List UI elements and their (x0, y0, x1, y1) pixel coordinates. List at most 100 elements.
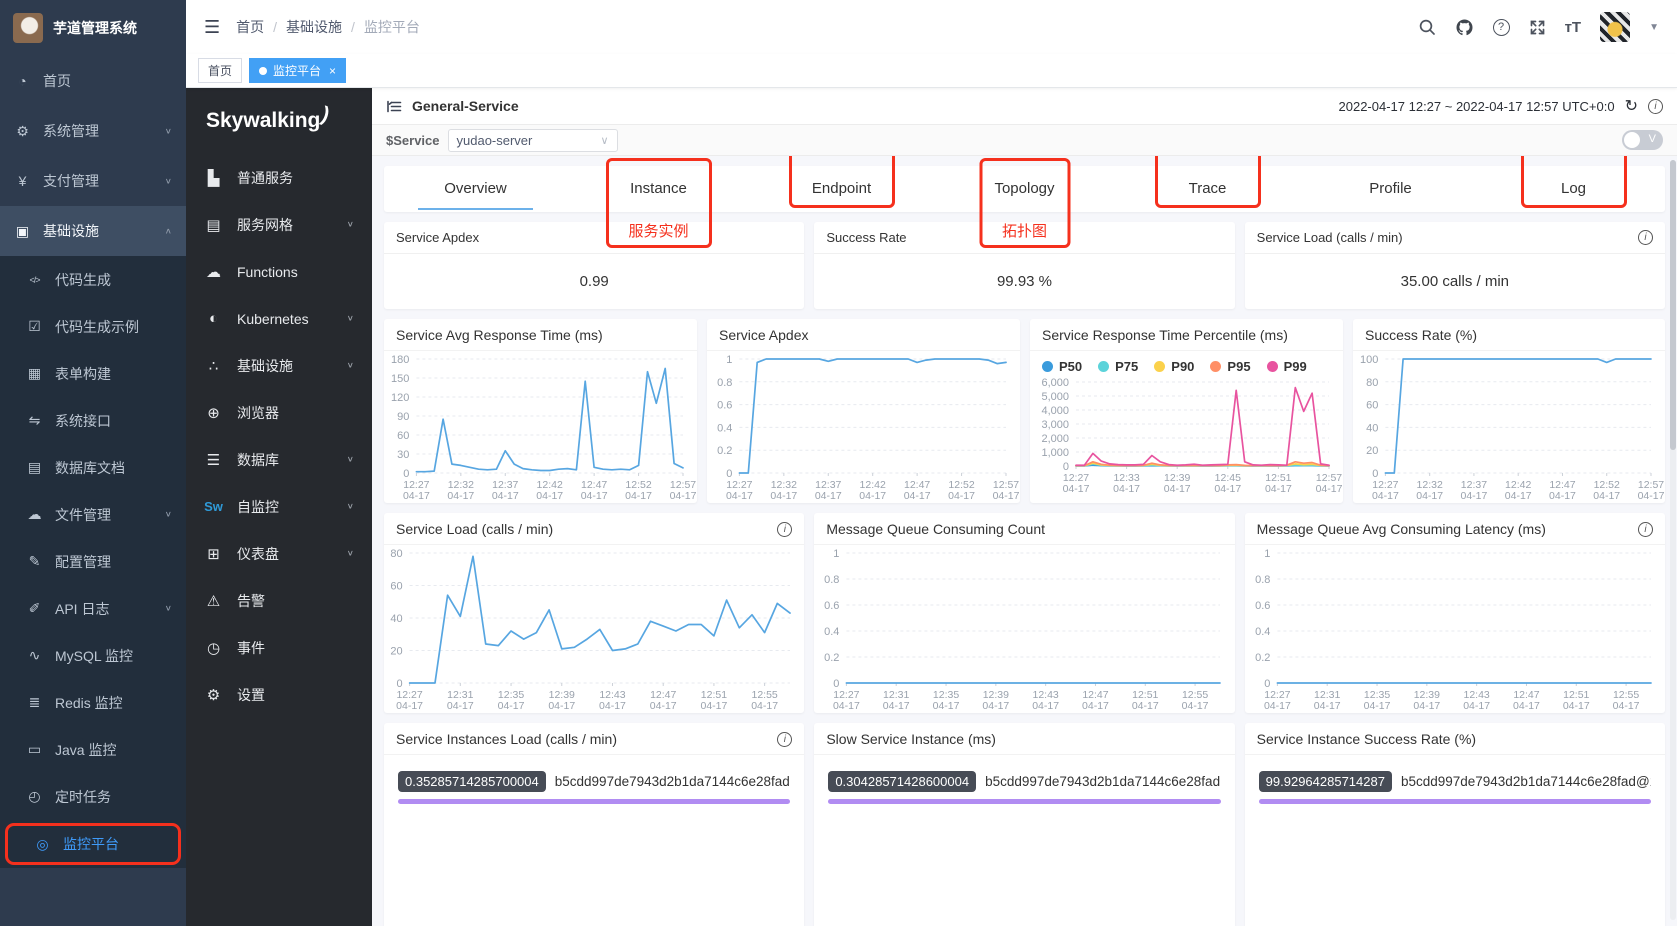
sw-item-event-clock[interactable]: ◷ 事件 (186, 624, 372, 671)
info-icon[interactable]: i (777, 521, 793, 537)
legend-dot (1098, 361, 1110, 372)
sidebar-item-infrastructure[interactable]: ▣ 基础设施 ∧ (0, 206, 186, 256)
line-chart[interactable]: 0 0.2 0.4 0.6 0.8 1 12:27 04-17 12:31 04-17 12:35 0… (814, 545, 1234, 713)
sw-item-settings-gear[interactable]: ⚙ 设置 (186, 671, 372, 718)
sidebar-item-schedule[interactable]: ◴ 定时任务 (0, 773, 186, 820)
legend-item[interactable]: P95 (1210, 359, 1251, 374)
avatar[interactable] (1600, 12, 1631, 42)
info-icon[interactable]: i (1638, 521, 1653, 537)
metric-title: Success Rate (826, 230, 907, 245)
shield-check-icon: ☑ (28, 318, 41, 334)
line-chart[interactable]: 0 30 60 90 120 150 180 12:27 04-17 12:32 04-17 12:3… (384, 351, 697, 503)
chevron-down-icon: ∨ (164, 510, 172, 519)
line-chart[interactable]: 0 0.2 0.4 0.6 0.8 1 12:27 04-17 12:32 04-17 12:37 0… (707, 351, 1020, 503)
line-chart[interactable]: 0 0.2 0.4 0.6 0.8 1 12:27 04-17 12:31 04-17 12:35 0… (1245, 545, 1665, 713)
legend-item[interactable]: P75 (1098, 359, 1138, 374)
version-toggle[interactable]: V (1622, 130, 1663, 150)
sidebar-item-table-doc[interactable]: ▤ 数据库文档 (0, 444, 186, 491)
instance-row[interactable]: 99.92964285714287 b5cdd997de7943d2b1da71… (1245, 755, 1665, 792)
help-icon[interactable]: ? (1492, 18, 1510, 36)
svg-text:04-17: 04-17 (492, 490, 519, 502)
tab-endpoint[interactable]: Endpoint 接口列表 (750, 156, 933, 212)
sw-item-infrastructure-dots[interactable]: ∴ 基础设施 ∨ (186, 342, 372, 389)
service-select[interactable]: yudao-server ∨ (447, 128, 618, 152)
view-tag[interactable]: 首页 (198, 58, 243, 83)
instance-row[interactable]: 0.30428571428600004 b5cdd997de7943d2b1da… (814, 755, 1234, 792)
info-icon[interactable]: i (777, 731, 793, 747)
sw-item-self-monitor[interactable]: Sw 自监控 ∨ (186, 483, 372, 530)
svg-text:1: 1 (834, 548, 840, 560)
tab-trace[interactable]: Trace 链路追踪 (1116, 156, 1299, 212)
refresh-icon[interactable]: ↻ (1625, 96, 1638, 116)
eye-icon: ◎ (36, 835, 49, 852)
svg-text:20: 20 (1366, 445, 1378, 457)
cloud-upload-icon: ☁ (27, 506, 42, 522)
chart-card: Service Load (calls / min) i 0 20 40 60 80 12:… (384, 513, 805, 713)
caret-down-icon[interactable]: ▼ (1649, 22, 1659, 33)
line-chart[interactable]: 0 20 40 60 80 100 12:27 04-17 12:32 04-17 12:37 04-… (1353, 351, 1665, 503)
dashboard-grid-icon: ⊞ (207, 545, 220, 563)
sw-item-service-mesh[interactable]: ▤ 服务网格 ∨ (186, 201, 372, 248)
tab-overview[interactable]: Overview (384, 166, 567, 212)
line-chart[interactable]: 0 20 40 60 80 12:27 04-17 12:31 04-17 12:35 04-17 1… (384, 545, 804, 713)
sw-item-cloud[interactable]: ☁ Functions (186, 248, 372, 295)
sw-item-browser-globe[interactable]: ⊕ 浏览器 (186, 389, 372, 436)
sidebar-item-edit[interactable]: ✎ 配置管理 (0, 538, 186, 585)
sidebar-item-gear[interactable]: ⚙ 系统管理 ∨ (0, 106, 186, 156)
collection-list-icon[interactable] (386, 99, 402, 114)
info-icon[interactable]: i (1648, 98, 1663, 114)
sidebar-item-shield-check[interactable]: ☑ 代码生成示例 (0, 303, 186, 350)
sw-item-database[interactable]: ☰ 数据库 ∨ (186, 436, 372, 483)
tab-log[interactable]: Log 日志中心 (1482, 156, 1665, 212)
sidebar-item-cloud-upload[interactable]: ☁ 文件管理 ∨ (0, 491, 186, 538)
metric-card: Service Apdex 0.99 (384, 222, 805, 309)
time-range[interactable]: 2022-04-17 12:27 ~ 2022-04-17 12:57 UTC+… (1339, 99, 1615, 114)
tab-profile[interactable]: Profile (1299, 166, 1482, 212)
scrollbar-thumb[interactable] (1670, 160, 1676, 450)
tab-topology[interactable]: Topology 拓扑图 (933, 158, 1116, 248)
tab-instance[interactable]: Instance 服务实例 (567, 158, 750, 248)
legend-item[interactable]: P90 (1154, 359, 1194, 374)
sidebar-item-redis-monitor[interactable]: ≣ Redis 监控 (0, 679, 186, 726)
sidebar-item-code[interactable]: </> 代码生成 (0, 256, 186, 303)
sidebar-collapse-icon[interactable]: ☰ (204, 17, 220, 38)
svg-text:40: 40 (1366, 422, 1378, 434)
info-icon[interactable]: i (1638, 230, 1653, 245)
sidebar-item-eye[interactable]: ◎ 监控平台 (5, 823, 181, 865)
view-tag[interactable]: 监控平台 × (249, 58, 347, 83)
tag-close-icon[interactable]: × (329, 64, 336, 78)
instance-cards-row: Service Instances Load (calls / min) i 0.… (384, 723, 1665, 926)
sw-item-dashboard-grid[interactable]: ⊞ 仪表盘 ∨ (186, 530, 372, 577)
sidebar-item-dashboard[interactable]: ◔ 首页 (0, 56, 186, 106)
dashboard-content: Overview Instance 服务实例 Endpoint 接口列表 Top… (372, 156, 1677, 926)
sidebar-item-java-monitor[interactable]: ▭ Java 监控 (0, 726, 186, 773)
sw-item-chart[interactable]: ▙ 普通服务 (186, 154, 372, 201)
breadcrumb-item[interactable]: 首页 (236, 17, 264, 37)
line-chart[interactable]: 0 1,000 2,000 3,000 4,000 5,000 6,000 12:27 04-1… (1030, 374, 1343, 496)
sidebar-item-sliders[interactable]: ⇋ 系统接口 (0, 397, 186, 444)
dashboard-tabs: Overview Instance 服务实例 Endpoint 接口列表 Top… (384, 156, 1665, 248)
svg-text:04-17: 04-17 (883, 700, 910, 712)
page-scrollbar[interactable] (1670, 160, 1676, 920)
sw-item-alarm[interactable]: ⚠ 告警 (186, 577, 372, 624)
sidebar-item-form-build[interactable]: ▦ 表单构建 (0, 350, 186, 397)
breadcrumb-item[interactable]: 基础设施 (286, 17, 342, 37)
sidebar-item-label: 表单构建 (55, 365, 111, 382)
topbar: ☰ 首页 / 基础设施 / 监控平台 ? тT ▼ (186, 0, 1677, 54)
sidebar-item-label: 监控平台 (63, 836, 119, 852)
sidebar-item-mysql-monitor[interactable]: ∿ MySQL 监控 (0, 632, 186, 679)
font-size-icon[interactable]: тT (1565, 19, 1582, 36)
sidebar-item-yen[interactable]: ¥ 支付管理 ∨ (0, 156, 186, 206)
search-icon[interactable] (1418, 18, 1436, 36)
svg-text:04-17: 04-17 (1563, 700, 1590, 712)
breadcrumb-separator: / (273, 19, 278, 35)
instance-row[interactable]: 0.35285714285700004 b5cdd997de7943d2b1da… (384, 755, 804, 792)
github-icon[interactable] (1455, 18, 1474, 37)
sw-item-kubernetes[interactable]: ◐ Kubernetes ∨ (186, 295, 372, 342)
fullscreen-icon[interactable] (1529, 19, 1546, 36)
legend-item[interactable]: P50 (1042, 359, 1082, 374)
sidebar-item-api-log[interactable]: ✐ API 日志 ∨ (0, 585, 186, 632)
svg-text:04-17: 04-17 (1416, 490, 1443, 502)
svg-text:04-17: 04-17 (447, 700, 474, 712)
legend-item[interactable]: P99 (1266, 359, 1307, 374)
